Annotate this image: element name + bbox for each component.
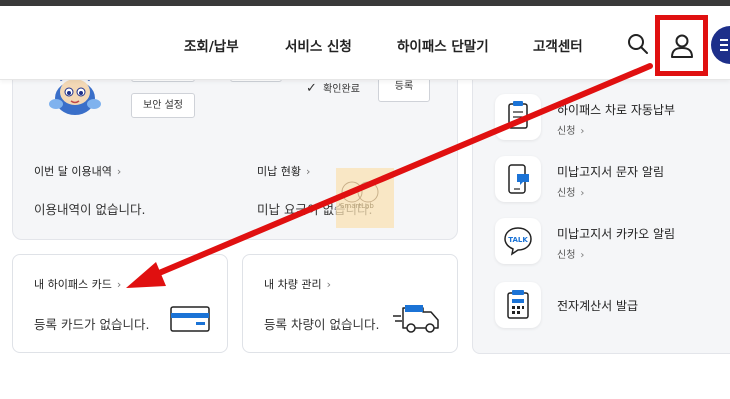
service-apply-label: 신청 — [557, 126, 576, 137]
usage-history-value: 이용내역이 없습니다. — [34, 202, 146, 217]
user-icon — [671, 34, 693, 58]
security-settings-button[interactable]: 보안 설정 — [131, 93, 195, 118]
talk-bubble-icon: TALK — [495, 218, 541, 264]
watermark-text: SmartLab — [340, 202, 374, 210]
service-title-e-invoice[interactable]: 전자계산서 발급 — [557, 297, 638, 314]
service-title-sms-alert[interactable]: 미납고지서 문자 알림 — [557, 163, 664, 180]
hipass-card-panel — [12, 254, 228, 353]
menu-line-icon — [720, 49, 728, 51]
service-apply-label: 신청 — [557, 250, 576, 261]
service-apply-link[interactable]: 신청 › — [557, 246, 584, 261]
credit-card-icon — [170, 306, 210, 336]
my-vehicle-link[interactable]: 내 차량 관리 › — [264, 276, 331, 292]
user-account-button[interactable] — [655, 15, 708, 76]
service-apply-link[interactable]: 신청 › — [557, 122, 584, 137]
my-hipass-card-label: 내 하이패스 카드 — [34, 278, 112, 291]
calculator-document-icon — [495, 282, 541, 328]
chevron-right-icon: › — [580, 250, 585, 261]
menu-line-icon — [720, 39, 728, 41]
nav-item-customer-center[interactable]: 고객센터 — [533, 35, 583, 55]
talk-icon-text: TALK — [508, 236, 528, 244]
chevron-right-icon: › — [580, 126, 585, 137]
usage-history-link[interactable]: 이번 달 이용내역 › — [34, 163, 121, 179]
verification-status: ✓ 확인완료 — [306, 80, 360, 96]
delivery-truck-icon — [393, 302, 441, 338]
service-apply-link[interactable]: 신청 › — [557, 184, 584, 199]
nav-item-service-application[interactable]: 서비스 신청 — [285, 35, 352, 55]
watermark-logo: SmartLab — [336, 168, 394, 228]
chevron-right-icon: › — [116, 165, 122, 178]
chevron-right-icon: › — [116, 278, 122, 291]
usage-history-label: 이번 달 이용내역 — [34, 165, 112, 178]
vehicle-value: 등록 차량이 없습니다. — [264, 317, 380, 332]
menu-line-icon — [720, 44, 728, 46]
my-hipass-card-link[interactable]: 내 하이패스 카드 › — [34, 276, 121, 292]
chevron-right-icon: › — [580, 188, 585, 199]
service-title-kakao-alert[interactable]: 미납고지서 카카오 알림 — [557, 225, 675, 242]
nav-item-inquiry-payment[interactable]: 조회/납부 — [184, 35, 239, 55]
search-icon[interactable] — [626, 32, 650, 56]
phone-message-icon — [495, 156, 541, 202]
my-vehicle-label: 내 차량 관리 — [264, 278, 322, 291]
unpaid-status-link[interactable]: 미납 현황 › — [257, 163, 310, 179]
hamburger-menu-button[interactable] — [711, 26, 730, 64]
chevron-right-icon: › — [326, 278, 331, 291]
verification-label: 확인완료 — [323, 84, 360, 95]
checkmark-icon: ✓ — [306, 81, 317, 96]
nav-item-hipass-terminal[interactable]: 하이패스 단말기 — [397, 35, 489, 55]
service-apply-label: 신청 — [557, 188, 576, 199]
hipass-card-value: 등록 카드가 없습니다. — [34, 317, 150, 332]
site-header: 조회/납부 서비스 신청 하이패스 단말기 고객센터 — [0, 6, 730, 80]
clipboard-icon — [495, 94, 541, 140]
unpaid-status-label: 미납 현황 — [257, 165, 301, 178]
service-title-auto-payment[interactable]: 하이패스 차로 자동납부 — [557, 101, 675, 118]
chevron-right-icon: › — [305, 165, 311, 178]
